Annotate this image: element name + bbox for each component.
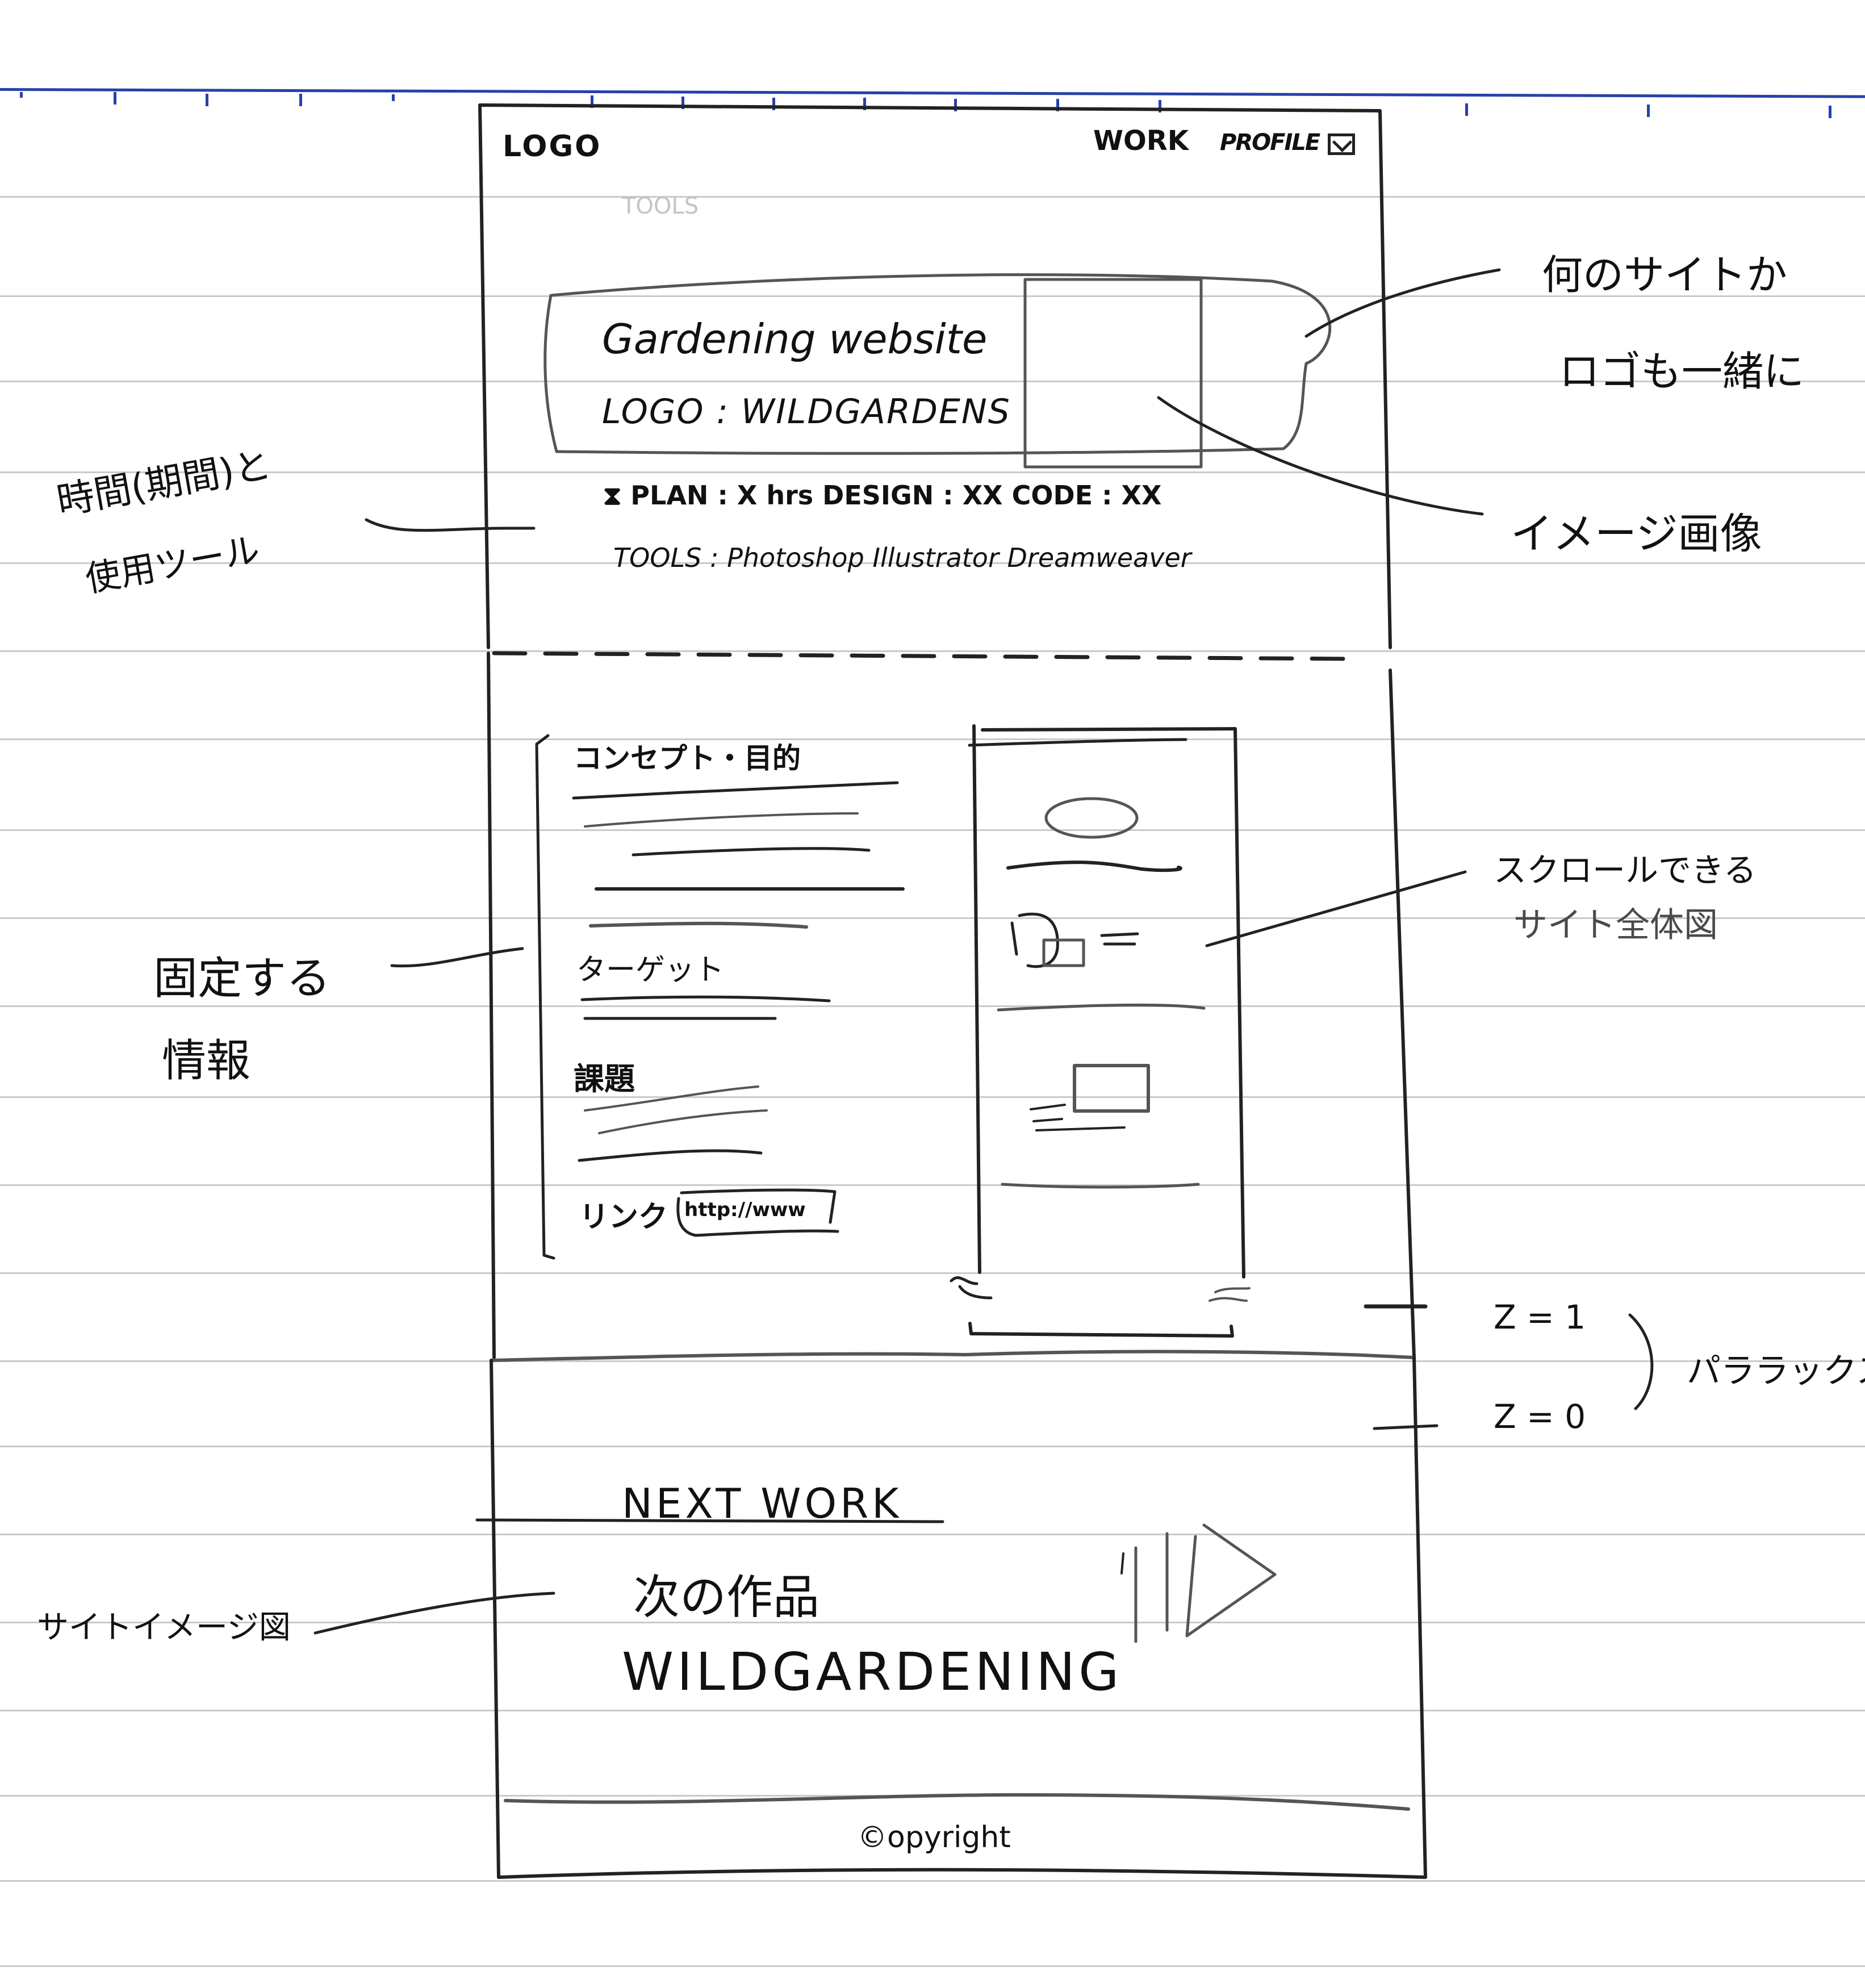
leader-line [1304, 268, 1501, 338]
leader-line [1157, 396, 1484, 516]
info-link-value[interactable]: http://www [684, 1198, 806, 1221]
text-line [584, 812, 859, 828]
site-scroll-preview[interactable] [977, 730, 1238, 1272]
next-work-title[interactable]: WILDGARDENING [622, 1642, 1122, 1702]
annotation-site-purpose: 何のサイトか [1542, 251, 1788, 299]
text-line [598, 1109, 768, 1134]
text-line [578, 1149, 763, 1162]
leader-line [365, 518, 536, 532]
hero-logo-line: LOGO : WILDGARDENS [602, 392, 1011, 432]
info-heading-issues: 課題 [574, 1061, 635, 1097]
next-work-heading: NEXT WORK [622, 1480, 902, 1527]
hero-image-placeholder [1023, 278, 1203, 469]
text-line [572, 781, 899, 800]
footer-divider [504, 1793, 1410, 1811]
leader-line [313, 1592, 555, 1635]
footer-copyright: ©opyright [858, 1820, 1011, 1855]
scroll-break-icon [1209, 1287, 1251, 1302]
annotation-with-logo: ロゴも一緒に [1559, 348, 1805, 395]
annotation-scrollable: スクロールできる [1494, 851, 1757, 889]
leader-line [390, 947, 524, 968]
scroll-break-icon [950, 1276, 993, 1300]
annotation-parallax: パララックス [1687, 1351, 1865, 1391]
text-line [632, 847, 871, 857]
site-logo[interactable]: LOGO [503, 130, 601, 164]
info-heading-concept: コンセプト・目的 [574, 742, 801, 775]
time-breakdown: ⧗ PLAN : X hrs DESIGN : XX CODE : XX [603, 480, 1162, 511]
hero-title: Gardening website [602, 315, 988, 363]
parallax-bracket [1628, 1313, 1654, 1410]
next-arrow-icon [1134, 1523, 1277, 1643]
info-bracket [535, 734, 555, 1260]
section-divider [492, 651, 1354, 661]
info-link-label: リンク [579, 1200, 668, 1234]
text-line [589, 921, 808, 929]
nav-work[interactable]: WORK [1093, 125, 1189, 157]
next-arrow-tick [1120, 1552, 1124, 1574]
tools-list: TOOLS : Photoshop Illustrator Dreamweave… [613, 542, 1191, 573]
annotation-site-image: サイトイメージ図 [37, 1609, 291, 1646]
nav-profile[interactable]: PROFILE [1220, 130, 1320, 156]
section-divider-2 [490, 1350, 1416, 1362]
faint-erased-text: TOOLS [622, 193, 699, 219]
annotation-z1: Z = 1 [1494, 1298, 1586, 1337]
annotation-fixed: 固定する [153, 953, 331, 1004]
text-line [580, 995, 831, 1003]
annotation-site-overview: サイト全体図 [1513, 905, 1718, 945]
annotation-info: 情報 [162, 1035, 251, 1087]
next-work-jp: 次の作品 [633, 1571, 820, 1624]
leader-line [1205, 870, 1467, 947]
scroll-bar[interactable] [968, 1322, 1234, 1338]
leader-line [1373, 1424, 1439, 1430]
info-heading-target: ターゲット [576, 953, 725, 987]
annotation-z0: Z = 0 [1494, 1397, 1586, 1436]
annotation-image: イメージ画像 [1511, 509, 1762, 558]
mail-icon[interactable] [1328, 132, 1355, 155]
